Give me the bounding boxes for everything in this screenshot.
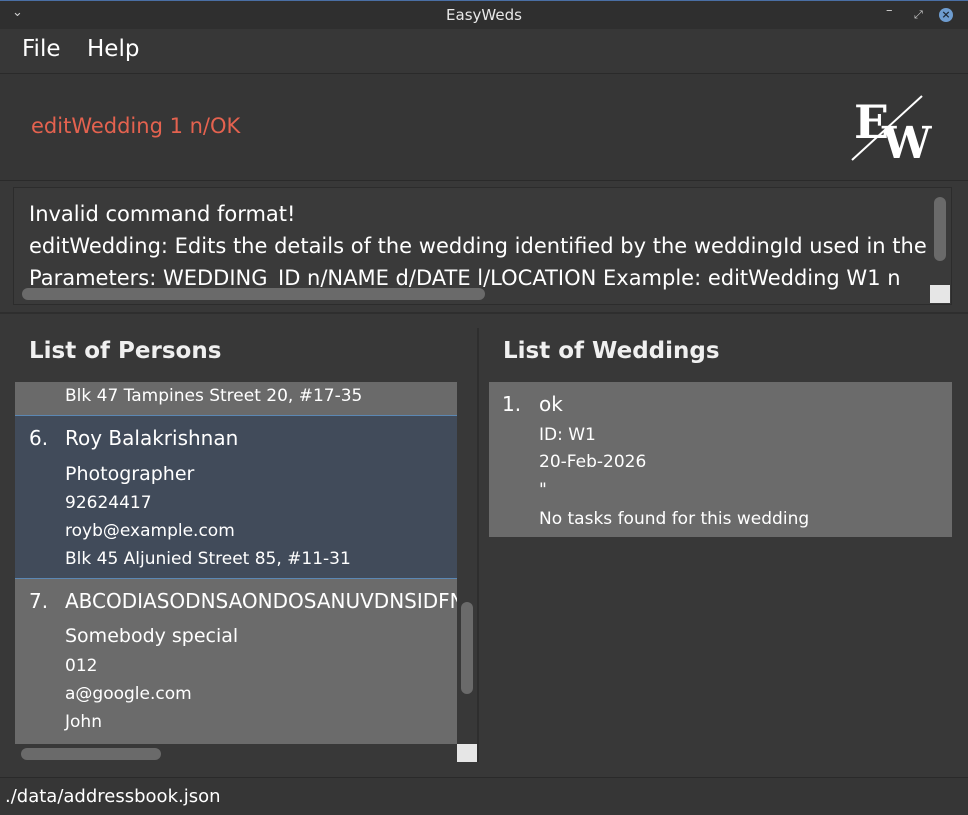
minimize-icon[interactable]: – [886,3,893,18]
person-list[interactable]: Blk 47 Tampines Street 20, #17-35 6. Roy… [15,382,457,744]
person-address: Blk 45 Aljunied Street 85, #11-31 [65,549,351,569]
person-card[interactable]: 7. ABCODIASODNSAONDOSANUVDNSIDFNSDFNSDF … [15,579,457,744]
maximize-icon[interactable]: ⤢ [914,8,923,22]
app-logo-icon: E W [851,95,932,164]
status-bar: ./data/addressbook.json [0,777,968,815]
window-title: EasyWeds [446,6,522,24]
close-icon[interactable]: × [939,8,953,22]
person-role: Somebody special [65,625,239,647]
wedding-id: ID: W1 [539,425,596,445]
command-panel: editWedding 1 n/OK E W [0,73,968,181]
result-display[interactable]: Invalid command format! editWedding: Edi… [13,187,952,305]
person-name: ABCODIASODNSAONDOSANUVDNSIDFNSDFNSDF [65,589,457,613]
result-line-3: Parameters: WEDDING_ID n/NAME d/DATE l/L… [29,266,901,290]
person-email: royb@example.com [65,521,235,541]
scroll-corner [457,744,477,762]
person-email: a@google.com [65,684,192,704]
wedding-date: 20-Feb-2026 [539,452,647,472]
title-bar: ⌄ EasyWeds – ⤢ × [0,0,968,29]
wedding-location: " [539,480,547,500]
menu-help[interactable]: Help [87,36,139,62]
wedding-name: ok [539,392,563,416]
person-card-selected[interactable]: 6. Roy Balakrishnan Photographer 9262441… [15,415,457,579]
person-list-vertical-scrollbar[interactable] [461,602,473,694]
person-index: 6. [29,426,49,450]
person-phone: 92624417 [65,493,152,513]
persons-title: List of Persons [29,338,222,364]
weddings-title: List of Weddings [503,338,720,364]
wedding-index: 1. [502,392,522,416]
menu-bar: File Help [0,29,968,73]
person-role: Photographer [65,463,195,485]
scroll-corner [930,285,950,303]
svg-text:W: W [881,118,932,164]
person-name: Roy Balakrishnan [65,426,239,450]
result-line-1: Invalid command format! [29,202,296,226]
result-line-2: editWedding: Edits the details of the we… [29,234,927,258]
person-list-horizontal-scrollbar[interactable] [21,748,161,760]
result-vertical-scrollbar[interactable] [934,197,946,261]
command-input[interactable]: editWedding 1 n/OK [31,114,240,138]
person-index: 7. [29,589,49,613]
menu-file[interactable]: File [22,36,61,62]
divider [0,312,968,314]
person-phone: 012 [65,656,98,676]
wedding-tasks: No tasks found for this wedding [539,509,810,529]
save-location: ./data/addressbook.json [5,786,221,807]
wedding-list[interactable]: 1. ok ID: W1 20-Feb-2026 " No tasks foun… [489,382,952,537]
person-address: Blk 47 Tampines Street 20, #17-35 [65,386,363,406]
result-horizontal-scrollbar[interactable] [22,288,485,300]
person-address: John [65,712,102,732]
panel-divider[interactable] [477,328,479,762]
person-card[interactable]: Blk 47 Tampines Street 20, #17-35 [15,382,457,415]
